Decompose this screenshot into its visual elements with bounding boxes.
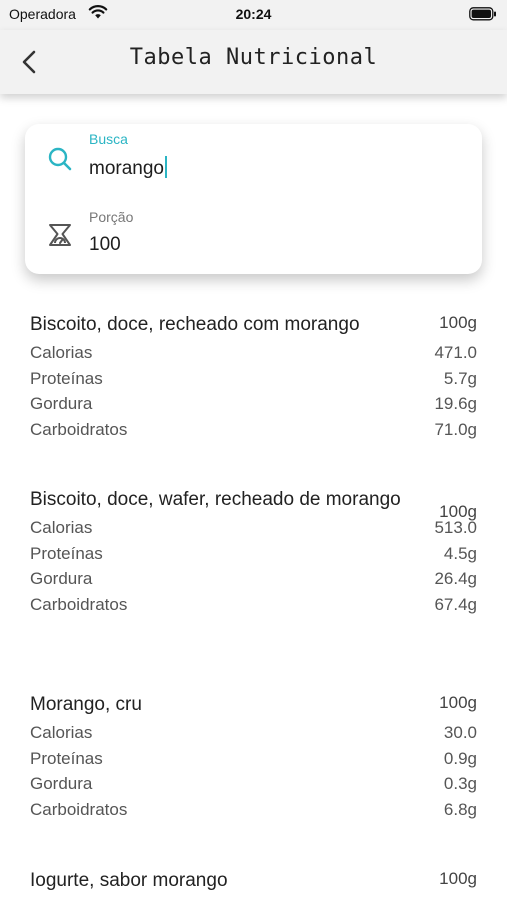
nutrient-row-fat: Gordura 19.6g — [30, 391, 477, 417]
nutrient-row-carbs: Carboidratos 67.4g — [30, 592, 477, 618]
food-portion: 100g — [439, 502, 477, 521]
scale-icon — [45, 220, 75, 250]
nutrient-label: Carboidratos — [30, 419, 128, 439]
nutrient-row-carbs: Carboidratos 6.8g — [30, 797, 477, 823]
nutrient-label: Proteínas — [30, 543, 103, 563]
status-bar: Operadora 20:24 — [0, 0, 507, 30]
nutrient-label: Calorias — [30, 518, 93, 537]
search-icon — [45, 144, 75, 174]
portion-field-label: Porção — [89, 209, 134, 225]
app-bar: Tabela Nutricional — [0, 30, 507, 94]
nutrient-label: Calorias — [30, 343, 93, 362]
food-item[interactable]: Morango, cru 100g Calorias 30.0 Proteínas… — [30, 690, 477, 822]
nutrient-row-protein: Proteínas 5.7g — [30, 366, 477, 392]
nutrient-label: Proteínas — [30, 748, 103, 768]
food-portion: 100g — [439, 313, 477, 332]
nutrient-row-fat: Gordura 0.3g — [30, 771, 477, 797]
nutrient-row-protein: Proteínas 0.9g — [30, 746, 477, 772]
nutrient-row-carbs: Carboidratos 71.0g — [30, 417, 477, 443]
clock-time: 20:24 — [235, 6, 272, 22]
food-name: Biscoito, doce, wafer, recheado de moran… — [30, 489, 401, 510]
nutrient-label: Calorias — [30, 723, 93, 742]
search-field-label: Busca — [89, 131, 128, 147]
nutrient-label: Gordura — [30, 394, 93, 414]
nutrient-value: 6.8g — [443, 799, 477, 819]
nutrient-value: 0.9g — [443, 748, 477, 768]
food-header: Morango, cru 100g — [30, 690, 477, 720]
food-header: Biscoito, doce, wafer, recheado de moran… — [30, 485, 477, 521]
nutrient-value: 5.7g — [443, 368, 477, 388]
food-portion: 100g — [439, 869, 477, 888]
search-input-value: morango — [89, 158, 164, 179]
nutrient-row-calories: Calorias 30.0 — [30, 720, 477, 746]
food-item[interactable]: Iogurte, sabor morango 100g — [30, 866, 477, 896]
food-header: Iogurte, sabor morango 100g — [30, 866, 477, 896]
nutrient-row-calories: Calorias 513.0 — [30, 515, 477, 541]
nutrient-row-calories: Calorias 471.0 — [30, 340, 477, 366]
nutrient-label: Carboidratos — [30, 594, 128, 614]
page-title: Tabela Nutricional — [129, 45, 378, 70]
text-cursor — [165, 156, 167, 178]
nutrient-label: Gordura — [30, 774, 93, 794]
nutrient-label: Gordura — [30, 569, 93, 589]
nutrient-value: 471.0 — [434, 343, 477, 362]
nutrient-value: 71.0g — [434, 419, 477, 439]
nutrient-value: 4.5g — [443, 543, 477, 563]
nutrient-value: 26.4g — [434, 569, 477, 589]
food-item[interactable]: Biscoito, doce, wafer, recheado de moran… — [30, 485, 477, 617]
portion-input[interactable]: 100 — [89, 234, 121, 256]
food-name: Biscoito, doce, recheado com morango — [30, 314, 360, 335]
food-portion: 100g — [439, 693, 477, 712]
nutrient-row-fat: Gordura 26.4g — [30, 566, 477, 592]
search-input[interactable]: morango — [89, 156, 167, 180]
food-header: Biscoito, doce, recheado com morango 100… — [30, 310, 477, 340]
nutrient-label: Proteínas — [30, 368, 103, 388]
nutrient-label: Carboidratos — [30, 799, 128, 819]
food-name: Iogurte, sabor morango — [30, 870, 228, 891]
nutrient-value: 30.0 — [443, 723, 477, 742]
nutrient-value: 19.6g — [434, 394, 477, 414]
search-card: Busca morango Porção 100 — [25, 124, 482, 274]
battery-icon — [469, 7, 497, 24]
nutrient-row-protein: Proteínas 4.5g — [30, 541, 477, 567]
food-item[interactable]: Biscoito, doce, recheado com morango 100… — [30, 310, 477, 442]
food-name: Morango, cru — [30, 694, 142, 715]
nutrient-value: 0.3g — [443, 774, 477, 794]
nutrient-value: 67.4g — [434, 594, 477, 614]
